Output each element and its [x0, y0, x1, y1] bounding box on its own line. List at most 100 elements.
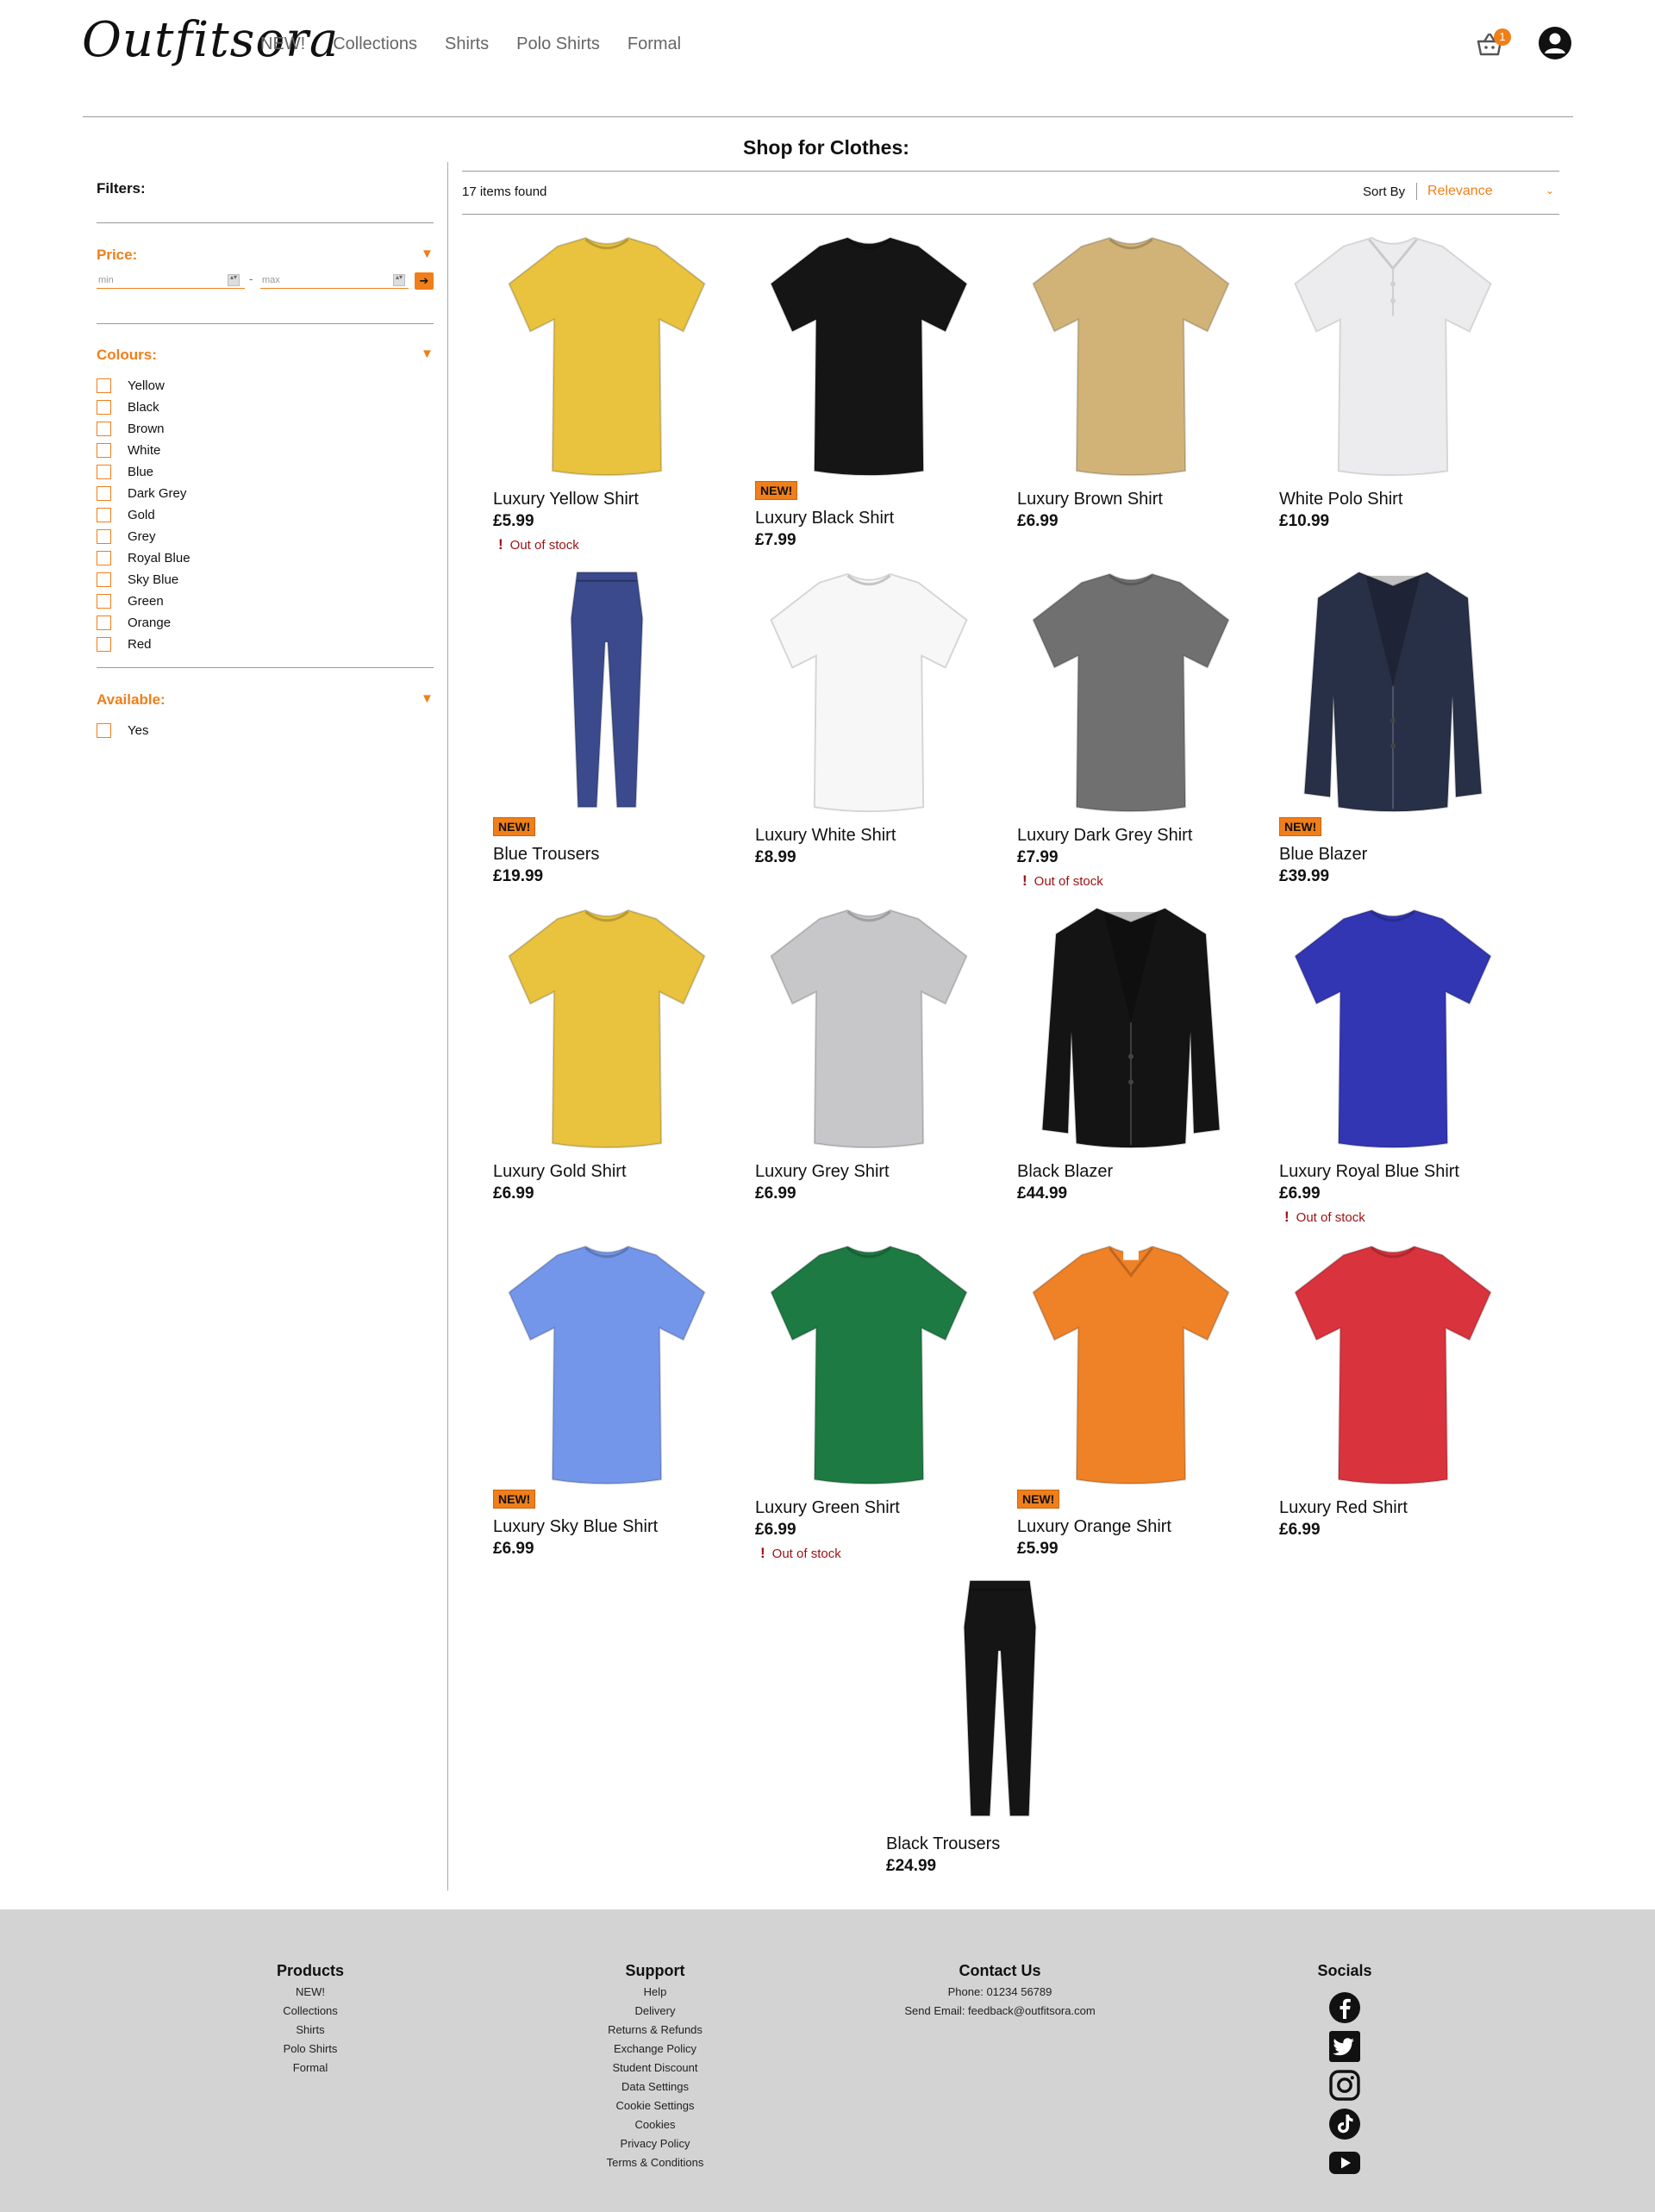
- colours-filter-title[interactable]: Colours:: [97, 347, 157, 364]
- colour-checkbox[interactable]: [97, 615, 111, 630]
- footer-support-link-data-settings[interactable]: Data Settings: [621, 2080, 689, 2093]
- product-image[interactable]: [1265, 567, 1521, 822]
- product-image[interactable]: [741, 903, 996, 1159]
- available-option-yes[interactable]: Yes: [97, 720, 148, 741]
- product-image[interactable]: [1003, 903, 1258, 1159]
- price-toggle-icon[interactable]: ▼: [421, 247, 434, 261]
- footer-support-link-terms-conditions[interactable]: Terms & Conditions: [607, 2156, 704, 2169]
- facebook-icon[interactable]: [1328, 1991, 1361, 2024]
- colour-option-yellow[interactable]: Yellow: [97, 375, 190, 397]
- product-name[interactable]: Blue Blazer: [1279, 845, 1367, 865]
- colour-checkbox[interactable]: [97, 572, 111, 587]
- chevron-down-icon[interactable]: ⌄: [1546, 184, 1554, 197]
- price-min-input[interactable]: min: [97, 272, 245, 289]
- product-name[interactable]: Luxury Royal Blue Shirt: [1279, 1162, 1459, 1182]
- product-image[interactable]: [1003, 567, 1258, 822]
- available-toggle-icon[interactable]: ▼: [421, 691, 434, 706]
- twitter-icon[interactable]: [1328, 2030, 1361, 2063]
- colour-checkbox[interactable]: [97, 422, 111, 436]
- footer-support-link-cookies[interactable]: Cookies: [635, 2118, 676, 2131]
- product-name[interactable]: Luxury Red Shirt: [1279, 1498, 1408, 1518]
- account-icon[interactable]: [1538, 26, 1572, 60]
- product-image[interactable]: [1265, 903, 1521, 1159]
- colour-option-white[interactable]: White: [97, 440, 190, 461]
- product-image[interactable]: [741, 1240, 996, 1495]
- colour-option-royal-blue[interactable]: Royal Blue: [97, 547, 190, 569]
- colour-checkbox[interactable]: [97, 637, 111, 652]
- product-name[interactable]: Luxury Grey Shirt: [755, 1162, 890, 1182]
- price-filter-title[interactable]: Price:: [97, 247, 137, 264]
- colour-option-gold[interactable]: Gold: [97, 504, 190, 526]
- footer-products-link-formal[interactable]: Formal: [293, 2061, 328, 2074]
- colour-option-red[interactable]: Red: [97, 634, 190, 655]
- colour-checkbox[interactable]: [97, 378, 111, 393]
- footer-products-link-collections[interactable]: Collections: [283, 2004, 338, 2017]
- footer-products-link-new[interactable]: NEW!: [296, 1985, 325, 1998]
- product-image[interactable]: [479, 1240, 734, 1495]
- product-image[interactable]: [1265, 231, 1521, 486]
- product-name[interactable]: Luxury Sky Blue Shirt: [493, 1517, 658, 1537]
- colour-checkbox[interactable]: [97, 400, 111, 415]
- nav-formal[interactable]: Formal: [628, 34, 681, 54]
- colour-option-orange[interactable]: Orange: [97, 612, 190, 634]
- colour-option-sky-blue[interactable]: Sky Blue: [97, 569, 190, 590]
- product-image[interactable]: [741, 567, 996, 822]
- colour-option-blue[interactable]: Blue: [97, 461, 190, 483]
- instagram-icon[interactable]: [1328, 2069, 1361, 2102]
- footer-products-link-polo-shirts[interactable]: Polo Shirts: [284, 2042, 338, 2055]
- footer-support-link-cookie-settings[interactable]: Cookie Settings: [615, 2099, 694, 2112]
- footer-support-link-delivery[interactable]: Delivery: [635, 2004, 676, 2017]
- available-filter-title[interactable]: Available:: [97, 691, 166, 709]
- footer-support-link-student-discount[interactable]: Student Discount: [612, 2061, 697, 2074]
- product-name[interactable]: White Polo Shirt: [1279, 490, 1402, 509]
- colour-checkbox[interactable]: [97, 443, 111, 458]
- product-image[interactable]: [479, 231, 734, 486]
- nav-polo-shirts[interactable]: Polo Shirts: [516, 34, 600, 54]
- product-name[interactable]: Luxury Orange Shirt: [1017, 1517, 1171, 1537]
- colour-option-green[interactable]: Green: [97, 590, 190, 612]
- youtube-icon[interactable]: [1328, 2146, 1361, 2179]
- product-name[interactable]: Luxury Gold Shirt: [493, 1162, 627, 1182]
- product-image[interactable]: [1003, 231, 1258, 486]
- product-name[interactable]: Luxury White Shirt: [755, 826, 896, 846]
- product-image[interactable]: [741, 231, 996, 486]
- price-min-spinner[interactable]: ▴▾: [228, 274, 240, 286]
- colours-toggle-icon[interactable]: ▼: [421, 347, 434, 361]
- footer-support-link-returns-refunds[interactable]: Returns & Refunds: [608, 2023, 703, 2036]
- product-name[interactable]: Luxury Black Shirt: [755, 509, 894, 528]
- available-checkbox[interactable]: [97, 723, 111, 738]
- sort-select[interactable]: Relevance: [1427, 184, 1493, 199]
- nav-new[interactable]: NEW!: [260, 34, 305, 54]
- colour-checkbox[interactable]: [97, 508, 111, 522]
- colour-checkbox[interactable]: [97, 465, 111, 479]
- product-name[interactable]: Black Trousers: [886, 1834, 1000, 1854]
- product-name[interactable]: Luxury Dark Grey Shirt: [1017, 826, 1192, 846]
- product-name[interactable]: Luxury Yellow Shirt: [493, 490, 639, 509]
- product-image[interactable]: [479, 903, 734, 1159]
- colour-option-grey[interactable]: Grey: [97, 526, 190, 547]
- nav-collections[interactable]: Collections: [333, 34, 417, 54]
- price-max-spinner[interactable]: ▴▾: [393, 274, 405, 286]
- nav-shirts[interactable]: Shirts: [445, 34, 489, 54]
- product-image[interactable]: [872, 1576, 1127, 1831]
- colour-checkbox[interactable]: [97, 486, 111, 501]
- colour-option-black[interactable]: Black: [97, 397, 190, 418]
- colour-checkbox[interactable]: [97, 594, 111, 609]
- product-name[interactable]: Blue Trousers: [493, 845, 599, 865]
- price-apply-button[interactable]: ➔: [415, 272, 434, 290]
- product-image[interactable]: [1265, 1240, 1521, 1495]
- footer-support-link-exchange-policy[interactable]: Exchange Policy: [614, 2042, 696, 2055]
- product-image[interactable]: [1003, 1240, 1258, 1495]
- colour-checkbox[interactable]: [97, 551, 111, 565]
- product-name[interactable]: Luxury Brown Shirt: [1017, 490, 1163, 509]
- colour-checkbox[interactable]: [97, 529, 111, 544]
- tiktok-icon[interactable]: [1328, 2108, 1361, 2140]
- product-name[interactable]: Black Blazer: [1017, 1162, 1113, 1182]
- product-name[interactable]: Luxury Green Shirt: [755, 1498, 900, 1518]
- colour-option-dark-grey[interactable]: Dark Grey: [97, 483, 190, 504]
- footer-support-link-help[interactable]: Help: [644, 1985, 667, 1998]
- price-max-input[interactable]: max: [260, 272, 409, 289]
- product-image[interactable]: [479, 567, 734, 822]
- footer-support-link-privacy-policy[interactable]: Privacy Policy: [621, 2137, 690, 2150]
- footer-products-link-shirts[interactable]: Shirts: [296, 2023, 324, 2036]
